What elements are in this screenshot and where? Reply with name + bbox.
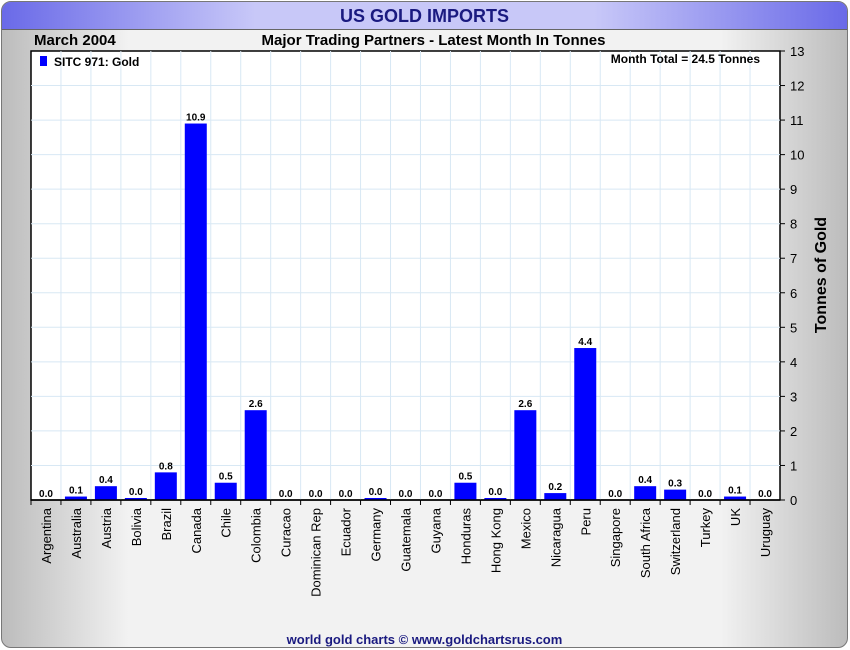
data-label: 0.3 (668, 479, 682, 490)
x-tick-label: Guatemala (399, 507, 414, 571)
bar-switzerland (664, 489, 687, 500)
y-tick-label: 3 (790, 389, 797, 404)
data-label: 0.0 (698, 489, 712, 500)
x-tick-label: Honduras (458, 508, 473, 565)
x-tick-label: Brazil (159, 508, 174, 541)
bar-canada (184, 123, 207, 501)
x-tick-label: Canada (189, 507, 204, 553)
data-label: 0.0 (309, 489, 323, 500)
bar-nicaragua (544, 493, 567, 500)
y-tick-label: 10 (790, 148, 804, 163)
data-label: 0.4 (99, 475, 113, 486)
x-tick-label: Guyana (428, 507, 443, 553)
y-tick-label: 4 (790, 355, 797, 370)
x-tick-label: Bolivia (129, 507, 144, 546)
data-label: 0.0 (429, 489, 443, 500)
x-tick-label: Mexico (518, 508, 533, 549)
y-tick-label: 13 (790, 44, 804, 59)
data-label: 2.6 (249, 399, 263, 410)
x-tick-label: Australia (69, 507, 84, 558)
x-tick-label: UK (728, 508, 743, 526)
y-tick-label: 11 (790, 113, 804, 128)
data-label: 0.0 (608, 489, 622, 500)
data-label: 0.5 (219, 472, 233, 483)
bar-colombia (244, 410, 267, 500)
data-label: 4.4 (578, 337, 592, 348)
data-label: 10.9 (186, 113, 206, 124)
data-label: 0.0 (399, 489, 413, 500)
x-tick-label: Ecuador (339, 507, 354, 556)
y-tick-label: 6 (790, 286, 797, 301)
legend-label: SITC 971: Gold (54, 55, 139, 69)
x-tick-label: Turkey (698, 508, 713, 548)
x-tick-label: Singapore (608, 508, 623, 567)
data-label: 0.2 (548, 482, 562, 493)
x-tick-label: Peru (578, 508, 593, 535)
bar-chile (214, 482, 237, 500)
bar-brazil (154, 472, 177, 500)
y-tick-label: 8 (790, 217, 797, 232)
x-tick-label: Nicaragua (548, 507, 563, 567)
data-label: 0.1 (69, 486, 83, 497)
y-tick-label: 2 (790, 424, 797, 439)
x-tick-label: Germany (369, 508, 384, 562)
x-tick-label: Switzerland (668, 508, 683, 575)
y-axis-title: Tonnes of Gold (813, 217, 830, 333)
plot-area (30, 50, 781, 501)
x-tick-label: Uruguay (758, 508, 773, 558)
data-label: 0.5 (458, 472, 472, 483)
data-label: 0.0 (369, 487, 383, 498)
bar-honduras (454, 482, 477, 500)
bar-peru (574, 348, 597, 500)
data-label: 0.0 (279, 489, 293, 500)
data-label: 0.0 (39, 489, 53, 500)
data-label: 0.0 (488, 487, 502, 498)
y-tick-label: 5 (790, 320, 797, 335)
data-label: 0.0 (129, 487, 143, 498)
data-label: 0.0 (339, 489, 353, 500)
x-tick-label: Hong Kong (488, 508, 503, 573)
bar-chart: 0123456789101112130.0Argentina0.1Austral… (30, 44, 830, 597)
x-tick-label: Colombia (249, 507, 264, 563)
x-tick-label: South Africa (638, 507, 653, 578)
month-total-annotation: Month Total = 24.5 Tonnes (611, 52, 761, 66)
x-tick-label: Curacao (279, 508, 294, 557)
y-tick-label: 12 (790, 79, 804, 94)
x-tick-label: Dominican Rep (309, 508, 324, 597)
data-label: 0.0 (758, 489, 772, 500)
data-label: 0.8 (159, 461, 173, 472)
y-tick-label: 9 (790, 182, 797, 197)
x-tick-label: Argentina (39, 507, 54, 563)
y-tick-label: 1 (790, 458, 797, 473)
bar-south-africa (634, 486, 657, 500)
x-tick-label: Chile (219, 508, 234, 538)
bar-austria (94, 486, 117, 500)
data-label: 0.4 (638, 475, 652, 486)
data-label: 0.1 (728, 486, 742, 497)
data-label: 2.6 (518, 399, 532, 410)
y-tick-label: 0 (790, 493, 797, 508)
legend-swatch (40, 56, 47, 66)
x-tick-label: Austria (99, 507, 114, 548)
bar-mexico (514, 410, 537, 500)
y-tick-label: 7 (790, 251, 797, 266)
